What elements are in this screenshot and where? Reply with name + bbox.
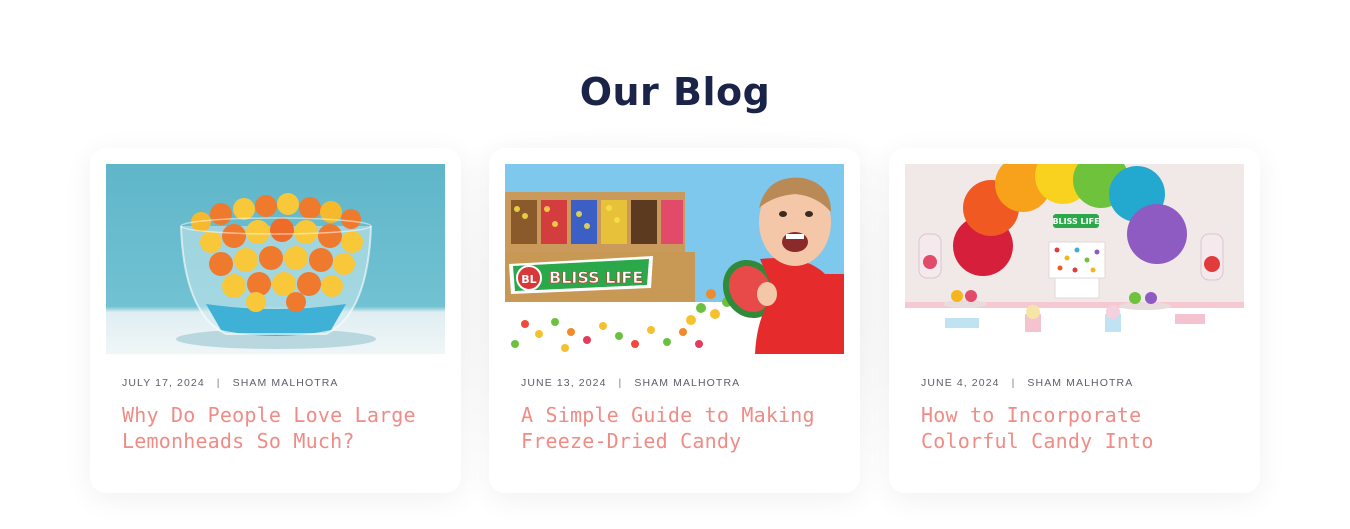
blog-card-image[interactable]: BLISS LIFE: [905, 164, 1244, 354]
meta-separator: |: [216, 377, 221, 389]
post-author[interactable]: SHAM MALHOTRA: [1027, 377, 1133, 389]
post-title-link[interactable]: Why Do People Love Large Lemonheads So M…: [122, 402, 422, 458]
blog-card-meta: JUNE 4, 2024 | SHAM MALHOTRA: [921, 377, 1133, 389]
cake: [1048, 241, 1106, 299]
meta-separator: |: [618, 377, 623, 389]
section-title: Our Blog: [579, 70, 771, 114]
blog-card-meta: JULY 17, 2024 | SHAM MALHOTRA: [122, 377, 339, 389]
meta-separator: |: [1011, 377, 1016, 389]
blog-card-image[interactable]: BL BLISS LIFE: [505, 164, 844, 354]
post-author[interactable]: SHAM MALHOTRA: [634, 377, 740, 389]
post-title-link[interactable]: A Simple Guide to Making Freeze-Dried Ca…: [521, 402, 821, 458]
blog-card-image[interactable]: [106, 164, 445, 354]
sign-text: BLISS LIFE: [1052, 217, 1099, 226]
sign-text: BLISS LIFE: [549, 268, 643, 287]
blog-card[interactable]: BLISS LIFE JUNE 4, 2024 | SHAM MALHOTRA …: [889, 148, 1260, 493]
post-date: JUNE 13, 2024: [521, 377, 607, 389]
sign-badge-text: BL: [521, 273, 536, 286]
blog-card-meta: JUNE 13, 2024 | SHAM MALHOTRA: [521, 377, 740, 389]
blog-card[interactable]: BL BLISS LIFE JUNE 13, 2024 | SHAM MALHO…: [489, 148, 860, 493]
boy-with-candy-image: BL BLISS LIFE: [505, 164, 844, 354]
candy-bowl-image: [106, 164, 445, 354]
blog-card[interactable]: JULY 17, 2024 | SHAM MALHOTRA Why Do Peopl…: [90, 148, 461, 493]
post-date: JUNE 4, 2024: [921, 377, 1000, 389]
rainbow-party-image: BLISS LIFE: [905, 164, 1244, 354]
post-title-link[interactable]: How to Incorporate Colorful Candy Into E…: [921, 402, 1221, 458]
post-author[interactable]: SHAM MALHOTRA: [233, 377, 339, 389]
post-date: JULY 17, 2024: [122, 377, 205, 389]
